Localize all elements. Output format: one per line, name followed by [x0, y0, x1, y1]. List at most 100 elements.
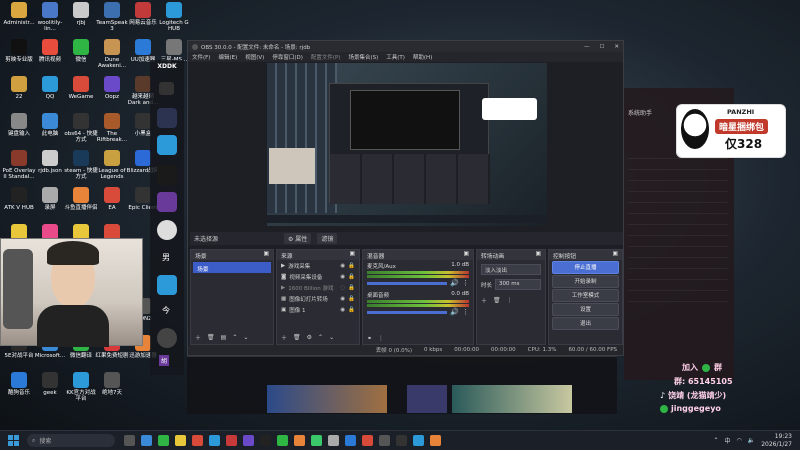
lock-icon[interactable]: 🔒 — [348, 263, 355, 269]
down-icon[interactable]: ⌄ — [243, 334, 248, 341]
desktop-icon[interactable]: PoE Overlay II Standal... — [2, 150, 36, 180]
gear-icon[interactable]: ⋮ — [462, 279, 469, 287]
desktop-icon[interactable]: rjdb.json — [33, 150, 67, 174]
taskbar-app-icon[interactable] — [413, 435, 424, 446]
duration-input[interactable]: 300 ms — [495, 279, 541, 290]
dock-menu-icon[interactable]: ▣ — [613, 251, 618, 259]
preview-canvas[interactable] — [267, 63, 547, 226]
gear-icon[interactable]: ⋮ — [462, 308, 469, 316]
search-box[interactable]: ⌕ 搜索 — [27, 434, 115, 447]
link-icon[interactable]: ⚭ — [367, 335, 372, 342]
menu-view[interactable]: 视图(V) — [245, 53, 264, 61]
add-icon[interactable]: ＋ — [281, 333, 287, 342]
desktop-icon[interactable]: 此电脑 — [33, 113, 67, 137]
discord-icon[interactable] — [159, 82, 174, 95]
transition-select[interactable]: 淡入淡出 — [481, 264, 541, 275]
lock-icon[interactable]: 🔒 — [348, 285, 355, 291]
promo-bubble[interactable]: PANZHI 暗星捆绑包 仅328 — [676, 104, 786, 158]
dock-menu-icon[interactable]: ▣ — [464, 251, 469, 259]
start-recording-button[interactable]: 开始录制 — [552, 275, 619, 288]
ime-icon[interactable]: 中 — [724, 436, 730, 445]
volume-icon[interactable]: 🔈 — [748, 437, 755, 444]
taskbar-app-icon[interactable] — [277, 435, 288, 446]
dock-menu-icon[interactable]: ▣ — [536, 251, 541, 259]
scene-item[interactable]: 场景 — [193, 262, 271, 273]
wifi-icon[interactable]: ◠ — [737, 437, 742, 444]
source-item[interactable]: ▶ 游戏采集 ◉ 🔒 — [277, 260, 359, 271]
desktop-icon[interactable]: TeamSpeak 3 — [95, 2, 129, 32]
desktop-icon[interactable]: 键盘输入 — [2, 113, 36, 137]
desktop-icon[interactable]: 微信 — [64, 39, 98, 63]
desktop-icon[interactable]: Administr... — [2, 2, 36, 26]
desktop-icon[interactable]: woolitily-lin... — [33, 2, 67, 32]
properties-button[interactable]: ⚙ 属性 — [284, 233, 312, 244]
maximize-icon[interactable]: ☐ — [599, 44, 604, 50]
desktop-icon[interactable]: 斗鱼直播伴侣 — [64, 187, 98, 211]
app-icon[interactable] — [157, 192, 177, 212]
taskbar-app-icon[interactable] — [345, 435, 356, 446]
taskbar-app-icon[interactable] — [226, 435, 237, 446]
add-icon[interactable]: ＋ — [195, 333, 201, 342]
taskbar-app-icon[interactable] — [209, 435, 220, 446]
menu-tools[interactable]: 工具(T) — [386, 53, 405, 61]
speaker-icon[interactable]: 🔊 — [450, 308, 459, 316]
app-icon[interactable] — [157, 275, 177, 295]
volume-slider[interactable] — [367, 281, 448, 285]
source-item[interactable]: ◙ 视频采集设备 ◉ 🔒 — [277, 271, 359, 282]
desktop-icon[interactable]: League of Legends — [95, 150, 129, 180]
delete-icon[interactable]: 🗑 — [493, 297, 501, 304]
taskbar-app-icon[interactable] — [430, 435, 441, 446]
filters-button[interactable]: 滤镜 — [317, 233, 338, 244]
desktop-icon[interactable]: Dune Awakeni... — [95, 39, 129, 69]
source-item[interactable]: ▣ 图像 1 ◉ 🔒 — [277, 304, 359, 315]
app-icon[interactable] — [157, 328, 177, 348]
desktop-icon[interactable]: obs64 - 快捷方式 — [64, 113, 98, 143]
eye-icon[interactable]: ◉ — [340, 296, 345, 302]
taskbar-app-icon[interactable] — [311, 435, 322, 446]
desktop-icon[interactable]: KK官方对战平台 — [64, 372, 98, 402]
desktop-icon[interactable]: 网易云音乐 — [126, 2, 160, 26]
app-icon[interactable] — [157, 165, 177, 185]
lock-icon[interactable]: 🔒 — [348, 296, 355, 302]
desktop-icon[interactable]: EA — [95, 187, 129, 211]
side-letter[interactable]: 男 — [162, 252, 170, 263]
menu-icon[interactable]: ⋮ — [507, 297, 513, 304]
desktop-icon[interactable]: 剪映专业版 — [2, 39, 36, 63]
taskbar-app-icon[interactable] — [243, 435, 254, 446]
exit-button[interactable]: 退出 — [552, 317, 619, 330]
menu-edit[interactable]: 编辑(E) — [218, 53, 237, 61]
speaker-icon[interactable]: 🔊 — [450, 279, 459, 287]
taskbar-app-icon[interactable] — [192, 435, 203, 446]
menu-help[interactable]: 帮助(H) — [413, 53, 432, 61]
desktop-icon[interactable]: steam - 快捷方式 — [64, 150, 98, 180]
settings-button[interactable]: 设置 — [552, 303, 619, 316]
side-letter[interactable]: 胡 — [159, 355, 170, 366]
desktop-icon[interactable]: The Riftbreak... — [95, 113, 129, 143]
taskbar-app-icon[interactable] — [294, 435, 305, 446]
menu-icon[interactable]: ⋮ — [378, 335, 384, 342]
ai-assistant-icon[interactable] — [157, 108, 177, 128]
desktop-icon[interactable]: 腾讯视频 — [33, 39, 67, 63]
eye-icon[interactable]: ◉ — [340, 274, 345, 280]
taskbar-app-icon[interactable] — [141, 435, 152, 446]
taskbar-app-icon[interactable] — [362, 435, 373, 446]
desktop-icon[interactable]: Logitech G HUB — [157, 2, 191, 32]
desktop-icon[interactable]: 酷狗音乐 — [2, 372, 36, 396]
desktop-icon[interactable]: 绝地7天 — [95, 372, 129, 396]
source-item[interactable]: ▶ 1600 Billion 游戏 ◌ 🔒 — [277, 282, 359, 293]
lock-icon[interactable]: 🔒 — [348, 307, 355, 313]
source-item[interactable]: ▦ 图像幻灯片转场 ◉ 🔒 — [277, 293, 359, 304]
down-icon[interactable]: ⌄ — [329, 334, 334, 341]
desktop-icon[interactable]: WeGame — [64, 76, 98, 100]
taskbar-app-icon[interactable] — [396, 435, 407, 446]
dock-menu-icon[interactable]: ▣ — [264, 251, 269, 259]
menu-scene-collection[interactable]: 场景集合(S) — [348, 53, 378, 61]
menu-file[interactable]: 文件(F) — [192, 53, 210, 61]
minimize-icon[interactable]: — — [584, 44, 590, 50]
volume-slider[interactable] — [367, 310, 448, 314]
desktop-icon[interactable]: 22 — [2, 76, 36, 100]
taskbar-app-icon[interactable] — [158, 435, 169, 446]
stop-streaming-button[interactable]: 停止直播 — [552, 261, 619, 274]
add-icon[interactable]: ＋ — [481, 296, 487, 305]
desktop-icon[interactable]: ATK V HUB — [2, 187, 36, 211]
